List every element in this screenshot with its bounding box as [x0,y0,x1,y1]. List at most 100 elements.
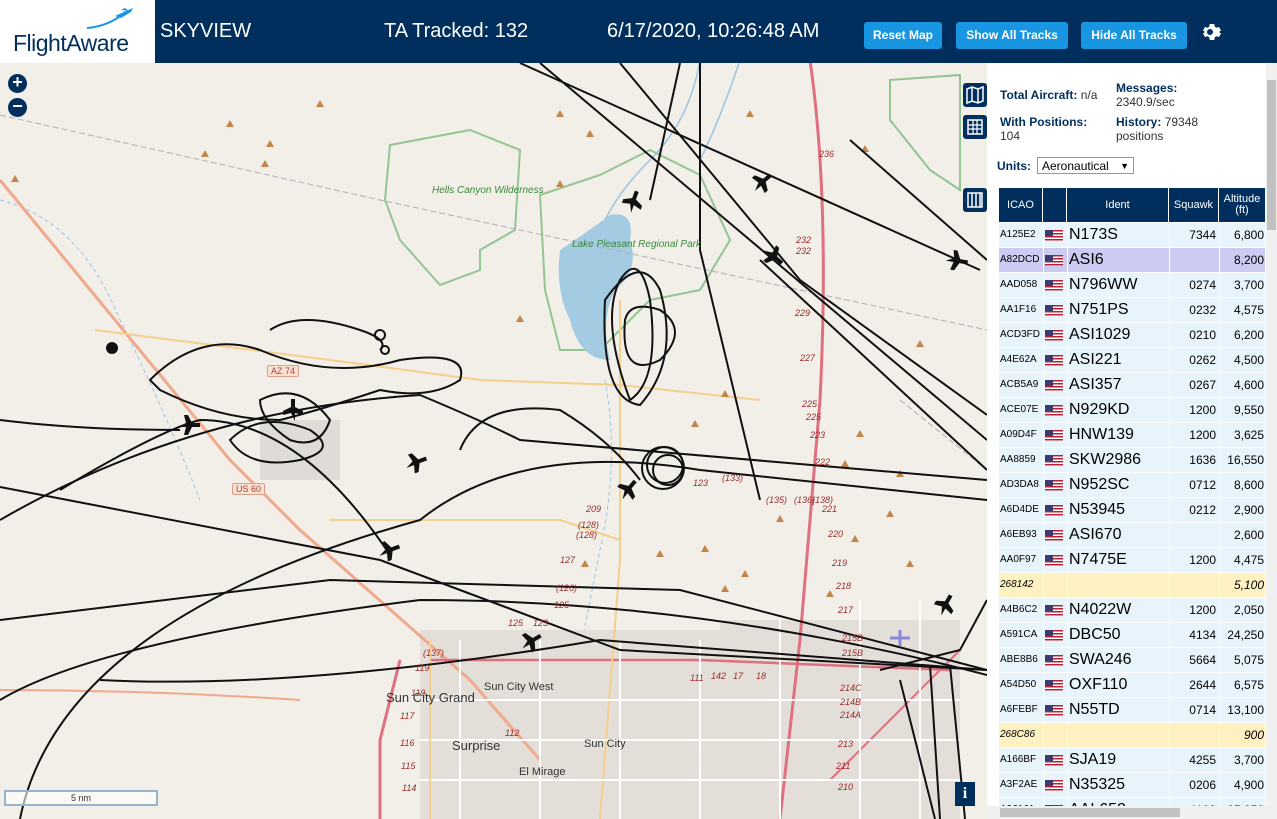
ident-cell: N55TD [1069,701,1120,718]
altitude-cell: 24,250 [1227,628,1264,642]
route-number: 142 [711,671,727,681]
icao-cell: ACB5A9 [1000,379,1039,390]
table-row[interactable]: A54D50 OXF110 2644 6,575 [999,673,1265,697]
cell-divider [1219,223,1220,247]
altitude-cell: 2,600 [1233,528,1264,542]
table-row[interactable]: 268C86 900 [999,723,1265,747]
table-row[interactable]: A591CA DBC50 4134 24,250 [999,623,1265,647]
sidebar-horizontal-scroll-thumb[interactable] [1000,808,1180,817]
cell-divider [1067,448,1068,472]
place-label: Sun City Grand [386,690,475,705]
table-row[interactable]: AA0F97 N7475E 1200 4,475 [999,548,1265,572]
table-row[interactable]: A3F2AE N35325 0206 4,900 [999,773,1265,797]
history-stat: History: 79348 positions [1116,115,1236,143]
table-row[interactable]: 268142 5,100 [999,573,1265,597]
table-row[interactable]: ACD3FD ASI1029 0210 6,200 [999,323,1265,347]
map-layers-button[interactable] [963,83,987,107]
ident-cell: N7475E [1069,551,1127,568]
table-row[interactable]: A166BF SJA19 4255 3,700 [999,748,1265,772]
altitude-cell: 8,200 [1233,253,1264,267]
reset-map-button[interactable]: Reset Map [864,22,942,49]
table-row[interactable]: A4B6C2 N4022W 1200 2,050 [999,598,1265,622]
hide-all-tracks-button[interactable]: Hide All Tracks [1081,22,1187,49]
table-row[interactable]: A6D4DE N53945 0212 2,900 [999,498,1265,522]
altitude-cell: 6,575 [1233,678,1264,692]
squawk-cell: 0274 [1189,278,1216,292]
map-canvas[interactable]: Hells Canyon Wilderness Lake Pleasant Re… [0,63,987,819]
units-selected-value: Aeronautical [1042,159,1109,173]
info-button[interactable]: i [955,782,975,806]
flightaware-logo[interactable]: FlightAware [0,0,155,63]
cell-divider [1043,398,1044,422]
ident-cell: ASI6 [1069,251,1104,268]
map-grid-button[interactable] [963,115,987,139]
table-row[interactable]: A09D4F HNW139 1200 3,625 [999,423,1265,447]
column-header-icao[interactable]: ICAO [999,188,1043,222]
table-row[interactable]: AA8859 SKW2986 1636 16,550 [999,448,1265,472]
flag-cell [1043,598,1067,622]
table-row[interactable]: A82DCD ASI6 8,200 [999,248,1265,272]
column-header-squawk[interactable]: Squawk [1169,188,1219,222]
squawk-cell: 0232 [1189,303,1216,317]
us-flag-icon [1045,705,1063,716]
route-number: 225 [806,412,822,422]
icao-cell: A591CA [1000,629,1038,640]
table-row[interactable]: AAD058 N796WW 0274 3,700 [999,273,1265,297]
table-row[interactable]: ACE07E N929KD 1200 9,550 [999,398,1265,422]
table-row[interactable]: A4E62A ASI221 0262 4,500 [999,348,1265,372]
flag-cell [1043,473,1067,497]
messages-stat: Messages: 2340.9/sec [1116,81,1177,109]
cell-divider [1169,598,1170,622]
route-number: 218 [836,581,852,591]
us-flag-icon [1045,330,1063,341]
zoom-out-button[interactable]: − [8,97,27,117]
squawk-cell: 1636 [1189,453,1216,467]
cell-divider [1043,298,1044,322]
icao-cell: A3F2AE [1000,779,1038,790]
us-flag-icon [1045,780,1063,791]
route-shield: AZ 74 [267,365,300,377]
column-header-ident[interactable]: Ident [1067,188,1169,222]
cell-divider [1219,573,1220,597]
table-row[interactable]: ABE8B6 SWA246 5664 5,075 [999,648,1265,672]
toggle-sidebar-button[interactable] [963,188,987,212]
map-basemap [0,63,987,819]
us-flag-icon [1045,755,1063,766]
us-flag-icon [1045,555,1063,566]
icao-cell: A6EB93 [1000,529,1037,540]
route-number: 215B [842,633,864,643]
zoom-in-button[interactable]: + [8,73,27,93]
sidebar-scroll-thumb[interactable] [1267,80,1276,230]
route-number: 220 [828,529,844,539]
cell-divider [1169,773,1170,797]
table-row[interactable]: A125E2 N173S 7344 6,800 [999,223,1265,247]
gear-icon[interactable] [1198,20,1222,44]
column-header-flag[interactable] [1043,188,1067,222]
table-row[interactable]: A6FEBF N55TD 0714 13,100 [999,698,1265,722]
cell-divider [1043,248,1044,272]
units-select[interactable]: Aeronautical ▼ [1037,157,1134,174]
table-row[interactable]: A6EB93 ASI670 2,600 [999,523,1265,547]
cell-divider [1169,448,1170,472]
total-aircraft-stat: Total Aircraft: n/a [1000,88,1097,102]
icao-cell: A54D50 [1000,679,1037,690]
ident-cell: N53945 [1069,501,1126,518]
cell-divider [1219,448,1220,472]
clock: 6/17/2020, 10:26:48 AM [607,20,820,42]
units-label: Units: [997,159,1031,173]
cell-divider [1169,673,1170,697]
column-header-altitude[interactable]: Altitude (ft) [1219,188,1265,222]
route-number: 114 [402,783,417,793]
table-row[interactable]: ACB5A9 ASI357 0267 4,600 [999,373,1265,397]
table-row[interactable]: AA1F16 N751PS 0232 4,575 [999,298,1265,322]
table-row[interactable]: AD3DA8 N952SC 0712 8,600 [999,473,1265,497]
cell-divider [1169,298,1170,322]
cell-divider [1067,498,1068,522]
altitude-cell: 4,900 [1233,778,1264,792]
cell-divider [1219,698,1220,722]
flag-cell [1043,298,1067,322]
cell-divider [1219,673,1220,697]
show-all-tracks-button[interactable]: Show All Tracks [956,22,1068,49]
squawk-cell: 7344 [1189,228,1216,242]
flag-cell [1043,723,1067,747]
